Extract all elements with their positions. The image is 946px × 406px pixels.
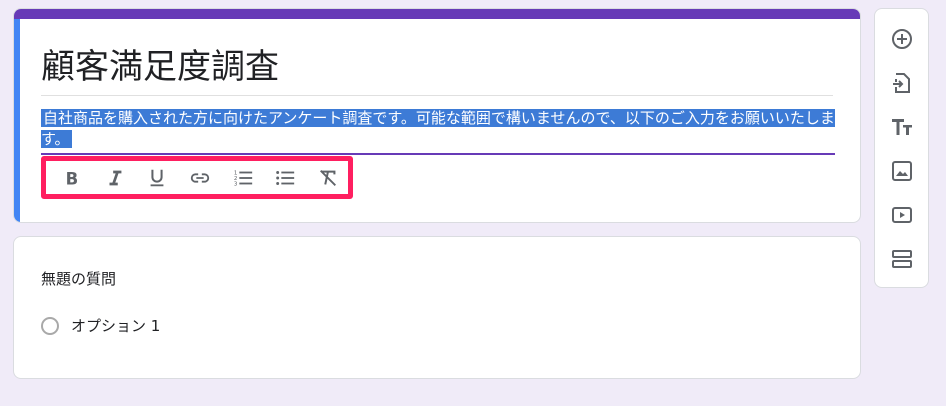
active-card-indicator — [14, 19, 20, 222]
description-underline — [41, 153, 835, 155]
numbered-list-icon: 123 — [234, 170, 252, 187]
underline-icon — [150, 169, 164, 186]
italic-button[interactable] — [95, 163, 135, 193]
add-video-icon — [891, 207, 912, 223]
clear-format-icon — [320, 169, 337, 186]
svg-text:B: B — [65, 169, 78, 188]
text-format-toolbar: B 123 — [41, 156, 353, 199]
link-icon — [190, 172, 210, 183]
clear-formatting-button[interactable] — [308, 163, 348, 193]
add-question-icon — [891, 29, 912, 49]
form-header-card[interactable]: 顧客満足度調査 自社商品を購入された方に向けたアンケート調査です。可能な範囲で構… — [13, 8, 861, 223]
numbered-list-button[interactable]: 123 — [223, 163, 263, 193]
bulleted-list-button[interactable] — [266, 163, 306, 193]
svg-text:3: 3 — [234, 181, 238, 187]
add-image-icon — [891, 161, 912, 181]
add-video-button[interactable] — [882, 193, 922, 237]
option-label[interactable]: オプション 1 — [71, 315, 160, 336]
bulleted-list-icon — [276, 170, 295, 185]
question-card[interactable]: 無題の質問 オプション 1 — [13, 236, 861, 379]
bold-button[interactable]: B — [52, 163, 92, 193]
title-divider — [41, 95, 833, 96]
import-questions-icon — [892, 73, 910, 93]
option-row[interactable]: オプション 1 — [41, 315, 160, 336]
import-questions-button[interactable] — [882, 61, 922, 105]
bold-icon: B — [65, 169, 78, 188]
radio-button[interactable] — [41, 316, 59, 335]
add-title-button[interactable] — [882, 105, 922, 149]
form-description-field[interactable]: 自社商品を購入された方に向けたアンケート調査です。可能な範囲で構いませんので、以… — [41, 108, 835, 150]
add-title-icon — [891, 119, 912, 135]
add-question-button[interactable] — [882, 17, 922, 61]
side-toolbar — [874, 8, 929, 288]
add-section-icon — [891, 250, 912, 268]
italic-icon — [109, 170, 121, 185]
underline-button[interactable] — [137, 163, 177, 193]
insert-link-button[interactable] — [180, 163, 220, 193]
add-section-button[interactable] — [882, 237, 922, 281]
form-title[interactable]: 顧客満足度調査 — [41, 45, 833, 89]
form-description-text[interactable]: 自社商品を購入された方に向けたアンケート調査です。可能な範囲で構いませんので、以… — [41, 109, 835, 148]
add-image-button[interactable] — [882, 149, 922, 193]
question-title[interactable]: 無題の質問 — [41, 268, 116, 289]
header-accent-band — [14, 9, 860, 19]
